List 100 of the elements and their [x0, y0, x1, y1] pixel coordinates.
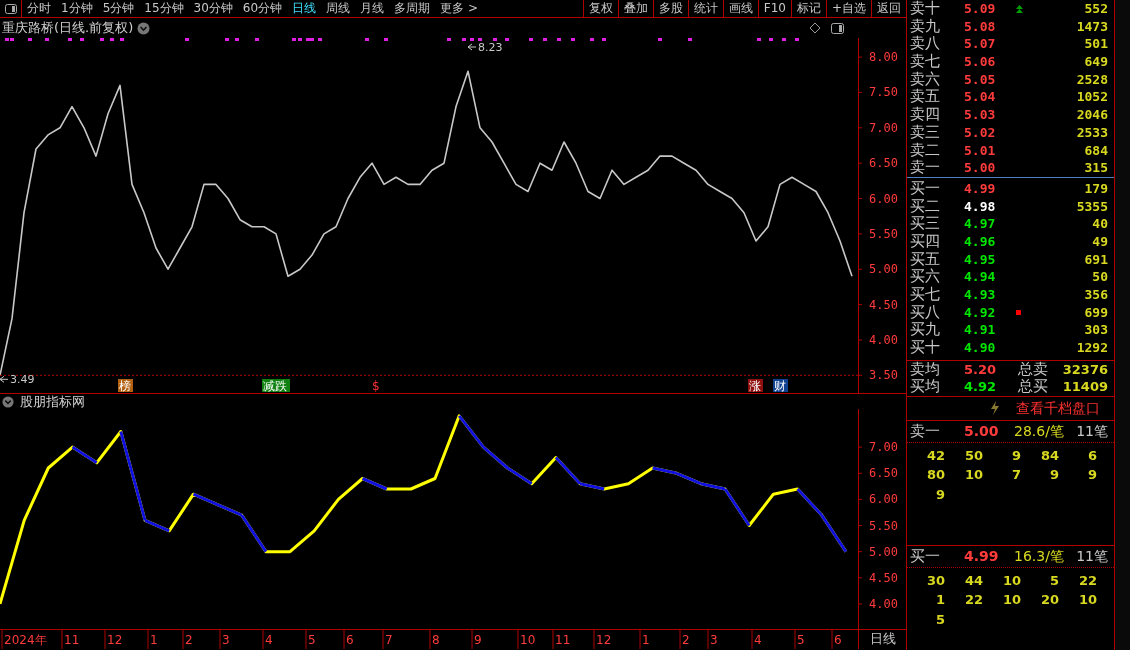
price-text: 4.96	[964, 232, 997, 251]
period-tab[interactable]: 5分钟	[97, 0, 140, 17]
toolbar-button[interactable]: 叠加	[617, 0, 653, 17]
level-label: 买四	[910, 232, 941, 251]
price-text: 5.00	[964, 159, 997, 177]
period-tab[interactable]: 30分钟	[188, 0, 238, 17]
price-text: 5.01	[964, 141, 997, 160]
period-tab[interactable]: 周线	[321, 0, 356, 17]
signal-mark	[529, 38, 533, 41]
period-tab[interactable]: 分时	[22, 0, 56, 17]
panel-toggle-icon[interactable]	[4, 4, 17, 14]
volume-text: 2046	[1076, 106, 1108, 124]
signal-mark	[110, 38, 114, 41]
period-tab[interactable]: 月线	[355, 0, 390, 17]
level-label: 买五	[910, 250, 941, 268]
price-text: 4.98	[964, 197, 997, 216]
volume-text: 691	[1084, 250, 1108, 269]
signal-mark	[688, 38, 692, 41]
period-tab[interactable]: 多周期	[389, 0, 436, 17]
dropdown-icon[interactable]	[137, 21, 151, 35]
level-label: 买六	[910, 268, 941, 286]
toolbar-button[interactable]: 复权	[582, 0, 618, 17]
date-label: 12	[107, 633, 123, 647]
depth-link[interactable]: 查看千档盘口	[1016, 397, 1100, 419]
level-label: 买二	[910, 197, 941, 216]
price-text: 4.94	[964, 268, 997, 286]
panel-toggle-icon[interactable]	[831, 22, 844, 34]
order-size: 44	[963, 571, 983, 590]
level-label: 卖七	[910, 53, 941, 71]
price-text: 5.05	[964, 70, 997, 89]
toolbar-button[interactable]: 标记	[790, 0, 826, 17]
period-tab[interactable]: 1分钟	[56, 0, 98, 17]
signal-mark	[602, 38, 606, 41]
price-text: 4.95	[964, 250, 997, 269]
toolbar-button[interactable]: 画线	[722, 0, 758, 17]
toolbar-button[interactable]: +自选	[825, 0, 871, 17]
signal-mark	[365, 38, 369, 41]
order-size: 7	[1010, 466, 1021, 485]
volume-text: 1473	[1076, 17, 1108, 36]
level-label: 卖十	[910, 0, 941, 18]
order-size: 20	[1039, 591, 1059, 610]
price-text: 4.91	[964, 321, 997, 340]
annotation: 3.49	[10, 373, 35, 387]
order-size: 80	[925, 466, 945, 485]
signal-mark	[255, 38, 259, 41]
period-tab[interactable]: 60分钟	[237, 0, 288, 17]
annotation: 8.23	[478, 41, 503, 54]
axis-label: 5.00	[869, 262, 898, 277]
volume-text: 501	[1084, 35, 1108, 54]
date-label: 2	[185, 633, 193, 647]
order-size: 22	[1077, 571, 1097, 590]
total-label: 总买	[1018, 378, 1048, 396]
signal-mark	[543, 38, 547, 41]
toolbar-button[interactable]: F10	[757, 0, 791, 17]
toolbar-button[interactable]: 统计	[687, 0, 723, 17]
signal-mark	[28, 38, 32, 41]
date-label: 11	[555, 633, 571, 647]
period-label: 日线	[858, 630, 906, 649]
date-label: 7	[385, 633, 393, 647]
period-tab[interactable]: 日线	[287, 0, 322, 17]
axis-label: 8.00	[869, 50, 898, 65]
period-tab[interactable]: 15分钟	[139, 0, 189, 17]
level-label: 卖八	[910, 35, 941, 53]
signal-mark	[225, 38, 229, 41]
level-label: 卖一	[910, 159, 941, 177]
order-size: 10	[963, 466, 983, 485]
level-label: 卖均	[910, 360, 941, 379]
price-text: 4.99	[964, 547, 1000, 567]
toolbar-button[interactable]: 多股	[652, 0, 688, 17]
diamond-icon[interactable]	[809, 22, 821, 34]
volume-text: 2533	[1076, 123, 1108, 142]
signal-mark	[658, 38, 662, 41]
axis-label: 6.00	[869, 492, 898, 507]
date-label: 8	[432, 633, 440, 647]
period-tab[interactable]: 更多 >	[435, 0, 483, 17]
price-text: 5.03	[964, 106, 997, 124]
price-text: 4.92	[964, 378, 998, 396]
axis-label: 4.00	[869, 332, 898, 347]
axis-label: 5.50	[869, 226, 898, 241]
price-annotation: 8.23	[467, 41, 503, 54]
axis-label: 4.50	[869, 297, 898, 312]
order-size: 5	[1048, 571, 1059, 590]
order-size: 6	[1086, 446, 1097, 465]
signal-mark	[571, 38, 575, 41]
price-text: 5.06	[964, 53, 997, 71]
order-size: 9	[1048, 466, 1059, 485]
date-label: 9	[474, 633, 482, 647]
toolbar-button[interactable]: 返回	[871, 0, 906, 17]
signal-mark	[757, 38, 761, 41]
signal-mark	[100, 38, 104, 41]
order-size: 10	[1001, 571, 1021, 590]
level-label: 买一	[910, 179, 941, 198]
indicator-title: 股朋指标网	[19, 392, 85, 411]
price-annotation: 3.49	[0, 373, 35, 387]
level-label: 买十	[910, 339, 941, 357]
level-label: 卖一	[910, 421, 941, 443]
date-label: 6	[834, 633, 842, 647]
price-text: 4.99	[964, 179, 997, 198]
level-label: 卖二	[910, 141, 941, 159]
dropdown-icon[interactable]	[2, 395, 14, 408]
